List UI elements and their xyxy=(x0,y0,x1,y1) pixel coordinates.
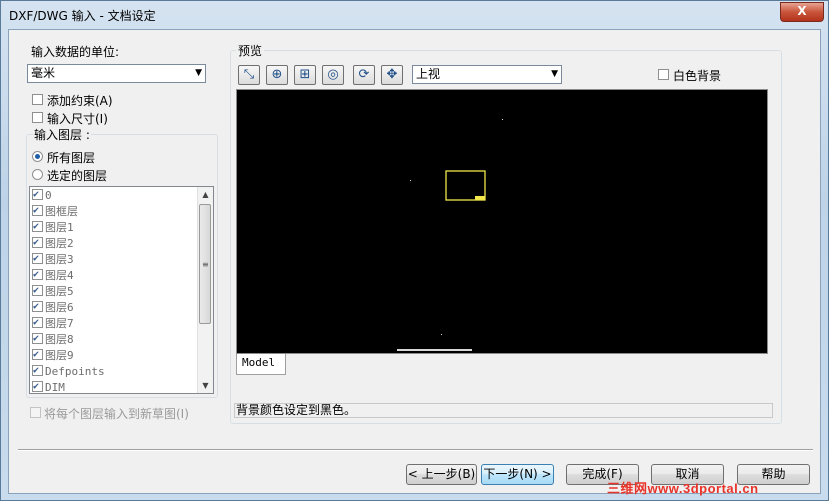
layer-name: 图层5 xyxy=(45,285,74,298)
layers-group-label: 输入图层 : xyxy=(33,126,91,143)
zoom-area-button[interactable]: ◎ xyxy=(322,65,344,85)
list-item[interactable]: 图层5 xyxy=(32,283,74,300)
view-value: 上视 xyxy=(416,67,441,81)
layer-name: 图层1 xyxy=(45,221,74,234)
back-button[interactable]: < 上一步(B) xyxy=(406,464,477,485)
pan-button[interactable]: ✥ xyxy=(381,65,403,85)
list-item[interactable]: 0 xyxy=(32,187,52,204)
import-dimensions-label: 输入尺寸(I) xyxy=(47,112,108,126)
layer-checkbox[interactable] xyxy=(32,219,43,235)
list-item[interactable]: Defpoints xyxy=(32,363,105,380)
preview-status: 背景颜色设定到黑色。 xyxy=(234,403,773,418)
layers-listbox[interactable]: 0 图框层 图层1 图层2 图层3 图层4 图层5 图层6 图层7 图层8 图层… xyxy=(29,186,214,394)
layer-name: 图层7 xyxy=(45,317,74,330)
drawing-point xyxy=(410,180,411,181)
list-item[interactable]: 图层8 xyxy=(32,331,74,348)
chevron-down-icon: ▼ xyxy=(551,69,558,79)
layer-checkbox[interactable] xyxy=(32,187,43,203)
window-title: DXF/DWG 输入 - 文档设定 xyxy=(9,9,156,23)
layers-scrollbar[interactable]: ▲ ≡ ▼ xyxy=(197,187,213,393)
preview-drawing xyxy=(397,119,503,351)
rotate-button[interactable]: ⟳ xyxy=(353,65,375,85)
zoom-in-icon: ⊕ xyxy=(271,67,283,82)
units-value: 毫米 xyxy=(31,66,56,80)
each-layer-new-sketch-checkbox[interactable] xyxy=(30,407,41,418)
list-item[interactable]: 图层6 xyxy=(32,299,74,316)
list-item[interactable]: 图层9 xyxy=(32,347,74,364)
layer-checkbox[interactable] xyxy=(32,283,43,299)
title-bar[interactable]: DXF/DWG 输入 - 文档设定 X xyxy=(1,1,828,29)
import-dimensions-checkbox[interactable] xyxy=(32,112,43,123)
selected-layers-label: 选定的图层 xyxy=(47,169,108,183)
list-item[interactable]: 图层2 xyxy=(32,235,74,252)
layer-name: 图层2 xyxy=(45,237,74,250)
units-label: 输入数据的单位: xyxy=(31,45,120,59)
layer-name: 图层4 xyxy=(45,269,74,282)
next-button[interactable]: 下一步(N) > xyxy=(481,464,554,485)
drawing-text-line xyxy=(397,349,472,351)
selected-layers-radio[interactable] xyxy=(32,169,43,180)
scroll-up-icon[interactable]: ▲ xyxy=(198,187,213,202)
rotate-icon: ⟳ xyxy=(358,67,370,82)
all-layers-label: 所有图层 xyxy=(47,151,96,165)
layer-name: 图框层 xyxy=(45,205,78,218)
view-combo[interactable]: 上视 ▼ xyxy=(412,65,562,84)
drawing-titleblock xyxy=(475,196,485,200)
layer-name: 图层6 xyxy=(45,301,74,314)
drawing-point xyxy=(441,334,442,335)
each-layer-new-sketch-label: 将每个图层输入到新草图(I) xyxy=(44,407,189,421)
grip-icon: ≡ xyxy=(202,260,209,269)
scroll-thumb[interactable]: ≡ xyxy=(199,204,211,324)
layer-checkbox[interactable] xyxy=(32,203,43,219)
button-separator xyxy=(18,449,813,451)
layer-checkbox[interactable] xyxy=(32,299,43,315)
white-background-checkbox[interactable] xyxy=(658,69,669,80)
layer-name: 0 xyxy=(45,189,52,202)
add-constraints-checkbox[interactable] xyxy=(32,94,43,105)
layer-checkbox[interactable] xyxy=(32,379,43,393)
all-layers-radio[interactable] xyxy=(32,151,43,162)
dialog-window: DXF/DWG 输入 - 文档设定 X 输入数据的单位: 毫米 ▼ 添加约束(A… xyxy=(0,0,829,501)
zoom-area-icon: ◎ xyxy=(327,67,339,82)
zoom-in-button[interactable]: ⊕ xyxy=(266,65,288,85)
pan-icon: ✥ xyxy=(386,67,398,82)
preview-group-label: 预览 xyxy=(236,42,265,59)
layer-checkbox[interactable] xyxy=(32,235,43,251)
zoom-fit-button[interactable]: ⤡ xyxy=(238,65,260,85)
dialog-client-area: 输入数据的单位: 毫米 ▼ 添加约束(A) 输入尺寸(I) 输入图层 : 所有图… xyxy=(8,29,821,494)
zoom-window-button[interactable]: ⊞ xyxy=(294,65,316,85)
layer-checkbox[interactable] xyxy=(32,331,43,347)
drawing-point xyxy=(502,119,503,120)
list-item[interactable]: 图框层 xyxy=(32,203,78,220)
watermark: 三维网www.3dportal.cn xyxy=(607,481,759,496)
white-background-label: 白色背景 xyxy=(673,69,722,83)
layer-name: DIM xyxy=(45,381,65,394)
close-icon: X xyxy=(797,4,807,18)
preview-canvas[interactable] xyxy=(236,89,768,354)
layer-name: Defpoints xyxy=(45,365,105,378)
layer-checkbox[interactable] xyxy=(32,363,43,379)
close-button[interactable]: X xyxy=(780,2,824,22)
add-constraints-label: 添加约束(A) xyxy=(47,94,113,108)
zoom-fit-icon: ⤡ xyxy=(243,67,255,82)
list-item[interactable]: DIM xyxy=(32,379,65,394)
layer-name: 图层8 xyxy=(45,333,74,346)
layer-checkbox[interactable] xyxy=(32,267,43,283)
units-combo[interactable]: 毫米 ▼ xyxy=(27,64,206,83)
layer-checkbox[interactable] xyxy=(32,347,43,363)
layer-checkbox[interactable] xyxy=(32,251,43,267)
layer-name: 图层9 xyxy=(45,349,74,362)
list-item[interactable]: 图层3 xyxy=(32,251,74,268)
list-item[interactable]: 图层7 xyxy=(32,315,74,332)
list-item[interactable]: 图层4 xyxy=(32,267,74,284)
model-tab-strip: Model xyxy=(236,354,768,376)
layer-checkbox[interactable] xyxy=(32,315,43,331)
scroll-down-icon[interactable]: ▼ xyxy=(198,378,213,393)
chevron-down-icon: ▼ xyxy=(195,68,202,78)
layer-name: 图层3 xyxy=(45,253,74,266)
zoom-window-icon: ⊞ xyxy=(299,67,311,82)
tab-model[interactable]: Model xyxy=(236,354,286,375)
drawing-frame xyxy=(445,170,486,201)
list-item[interactable]: 图层1 xyxy=(32,219,74,236)
